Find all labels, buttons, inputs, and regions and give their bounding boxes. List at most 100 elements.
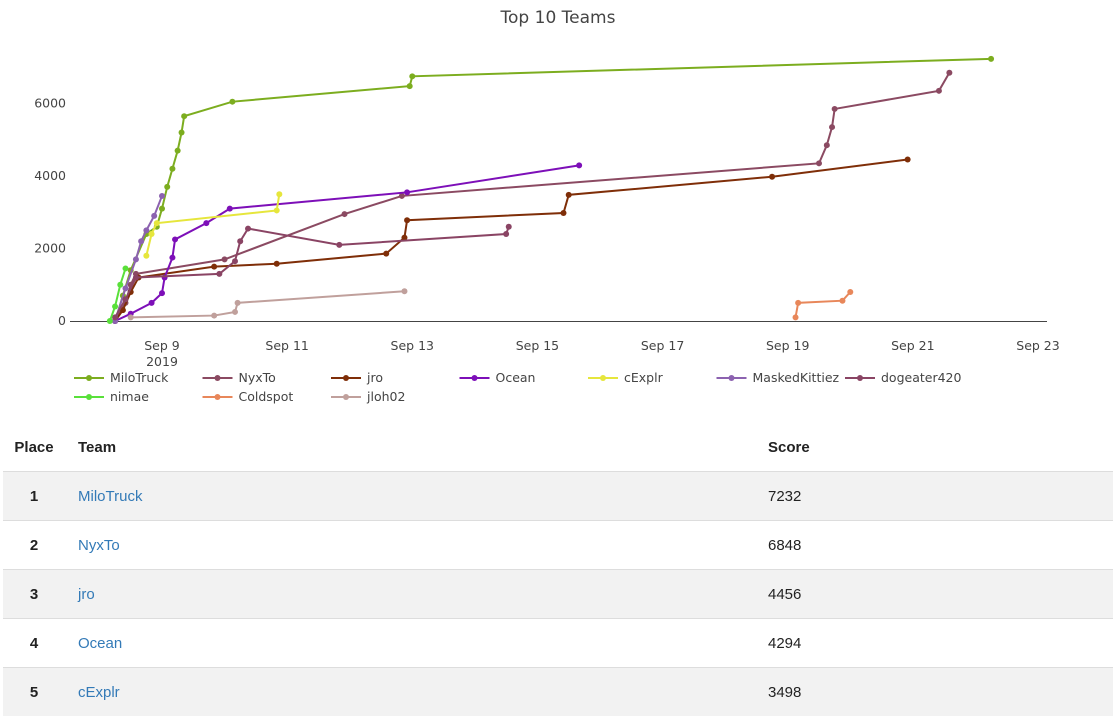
table-row: 2 NyxTo 6848 <box>3 521 1113 570</box>
data-point[interactable] <box>143 227 149 233</box>
place-cell: 3 <box>3 570 65 619</box>
data-point[interactable] <box>151 213 157 219</box>
data-point[interactable] <box>159 206 165 212</box>
data-point[interactable] <box>112 304 118 310</box>
x-tick-label: Sep 13 <box>391 338 434 353</box>
data-point[interactable] <box>404 217 410 223</box>
team-cell: NyxTo <box>65 521 768 570</box>
data-point[interactable] <box>232 258 238 264</box>
legend-item[interactable]: Ocean <box>460 370 536 385</box>
data-point[interactable] <box>169 255 175 261</box>
data-point[interactable] <box>123 296 129 302</box>
data-point[interactable] <box>988 56 994 62</box>
data-point[interactable] <box>117 282 123 288</box>
data-point[interactable] <box>222 256 228 262</box>
legend-item[interactable]: nimae <box>74 389 149 404</box>
data-point[interactable] <box>181 113 187 119</box>
series-nyxto <box>112 70 952 324</box>
data-point[interactable] <box>245 226 251 232</box>
legend-swatch-marker <box>215 394 221 400</box>
data-point[interactable] <box>143 253 149 259</box>
data-point[interactable] <box>164 184 170 190</box>
data-point[interactable] <box>237 238 243 244</box>
x-tick-label: Sep 23 <box>1016 338 1059 353</box>
legend-item[interactable]: jro <box>331 370 383 385</box>
data-point[interactable] <box>159 193 165 199</box>
data-point[interactable] <box>123 285 129 291</box>
legend[interactable]: MiloTruck NyxTo jro Ocean cExplr MaskedKittie… <box>74 370 962 404</box>
data-point[interactable] <box>175 148 181 154</box>
data-point[interactable] <box>401 288 407 294</box>
data-point[interactable] <box>274 261 280 267</box>
data-point[interactable] <box>409 73 415 79</box>
data-point[interactable] <box>383 251 389 257</box>
data-point[interactable] <box>123 265 129 271</box>
y-tick-label: 0 <box>58 313 66 328</box>
data-point[interactable] <box>232 309 238 315</box>
legend-item[interactable]: jloh02 <box>331 389 405 404</box>
score-cell: 4294 <box>768 619 1113 668</box>
legend-item[interactable]: MiloTruck <box>74 370 169 385</box>
team-link[interactable]: jro <box>78 586 95 603</box>
data-point[interactable] <box>816 160 822 166</box>
data-point[interactable] <box>936 88 942 94</box>
data-point[interactable] <box>138 238 144 244</box>
scoreboard-header-row: Place Team Score <box>3 424 1113 472</box>
team-cell: MiloTruck <box>65 472 768 521</box>
data-point[interactable] <box>795 300 801 306</box>
data-point[interactable] <box>107 318 113 324</box>
data-point[interactable] <box>154 220 160 226</box>
data-point[interactable] <box>503 231 509 237</box>
data-point[interactable] <box>216 271 222 277</box>
data-point[interactable] <box>342 211 348 217</box>
data-point[interactable] <box>203 220 209 226</box>
data-point[interactable] <box>149 231 155 237</box>
data-point[interactable] <box>227 206 233 212</box>
data-point[interactable] <box>211 264 217 270</box>
team-link[interactable]: cExplr <box>78 684 120 701</box>
data-point[interactable] <box>159 290 165 296</box>
data-point[interactable] <box>211 313 217 319</box>
data-point[interactable] <box>566 192 572 198</box>
data-point[interactable] <box>336 242 342 248</box>
data-point[interactable] <box>407 83 413 89</box>
legend-item[interactable]: dogeater420 <box>845 370 962 385</box>
team-link[interactable]: MiloTruck <box>78 488 142 505</box>
table-row: 4 Ocean 4294 <box>3 619 1113 668</box>
data-point[interactable] <box>133 256 139 262</box>
data-point[interactable] <box>169 166 175 172</box>
data-point[interactable] <box>793 314 799 320</box>
data-point[interactable] <box>576 162 582 168</box>
team-link[interactable]: NyxTo <box>78 537 120 554</box>
data-point[interactable] <box>839 298 845 304</box>
place-cell: 5 <box>3 668 65 716</box>
data-point[interactable] <box>769 174 775 180</box>
data-point[interactable] <box>506 224 512 230</box>
legend-swatch-marker <box>215 375 221 381</box>
data-point[interactable] <box>149 300 155 306</box>
data-point[interactable] <box>404 189 410 195</box>
data-point[interactable] <box>179 130 185 136</box>
data-point[interactable] <box>133 275 139 281</box>
data-point[interactable] <box>229 99 235 105</box>
table-row: 5 cExplr 3498 <box>3 668 1113 716</box>
data-point[interactable] <box>832 106 838 112</box>
legend-item[interactable]: cExplr <box>588 370 664 385</box>
team-link[interactable]: Ocean <box>78 635 122 652</box>
data-point[interactable] <box>128 314 134 320</box>
series-jloh02 <box>128 288 408 320</box>
data-point[interactable] <box>561 210 567 216</box>
data-point[interactable] <box>847 289 853 295</box>
data-point[interactable] <box>905 156 911 162</box>
legend-item[interactable]: NyxTo <box>203 370 276 385</box>
legend-item[interactable]: MaskedKittiez <box>717 370 840 385</box>
data-point[interactable] <box>276 191 282 197</box>
data-point[interactable] <box>829 124 835 130</box>
data-point[interactable] <box>824 142 830 148</box>
score-chart: Top 10 Teams 0200040006000 Sep 92019Sep … <box>0 0 1116 410</box>
data-point[interactable] <box>172 236 178 242</box>
data-point[interactable] <box>946 70 952 76</box>
data-point[interactable] <box>274 207 280 213</box>
data-point[interactable] <box>235 300 241 306</box>
legend-item[interactable]: Coldspot <box>203 389 294 404</box>
